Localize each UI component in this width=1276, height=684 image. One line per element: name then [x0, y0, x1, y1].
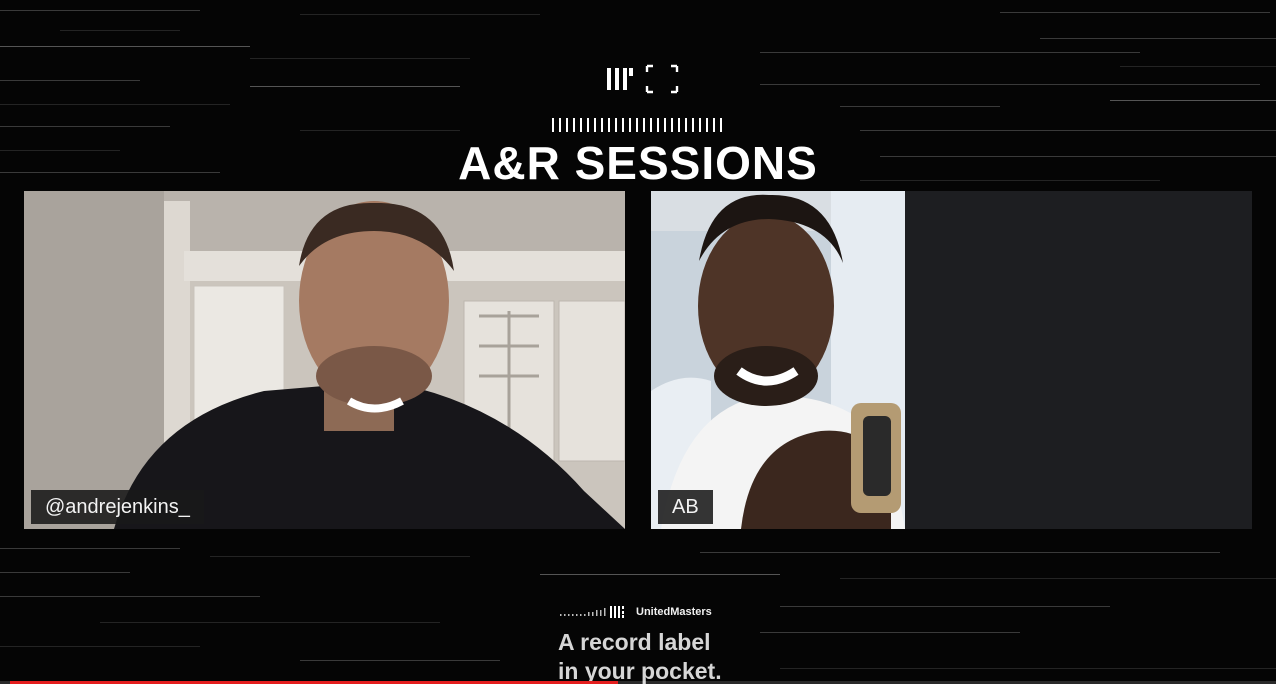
unitedmasters-bars-icon [560, 606, 624, 618]
tagline-line-1: A record label [558, 629, 711, 655]
participant-name-label: @andrejenkins_ [31, 490, 204, 524]
participant-video-left [24, 191, 625, 529]
participant-video-right [651, 191, 905, 529]
tagline-line-2: in your pocket. [558, 658, 722, 684]
video-player[interactable]: A&R SESSIONS @andrejenkins_ AB UnitedMas… [0, 0, 1276, 684]
page-title: A&R SESSIONS [458, 137, 818, 189]
participant-tile-right[interactable]: AB [651, 191, 1252, 529]
participant-tile-left[interactable]: @andrejenkins_ [24, 191, 625, 529]
um-bracket-logo-icon [607, 64, 679, 94]
unitedmasters-brand: UnitedMasters [636, 606, 712, 618]
tick-bar-decoration [552, 118, 722, 132]
tagline: A record label in your pocket. [558, 628, 722, 684]
participant-name-label: AB [658, 490, 713, 524]
unitedmasters-logo: UnitedMasters [560, 603, 712, 621]
